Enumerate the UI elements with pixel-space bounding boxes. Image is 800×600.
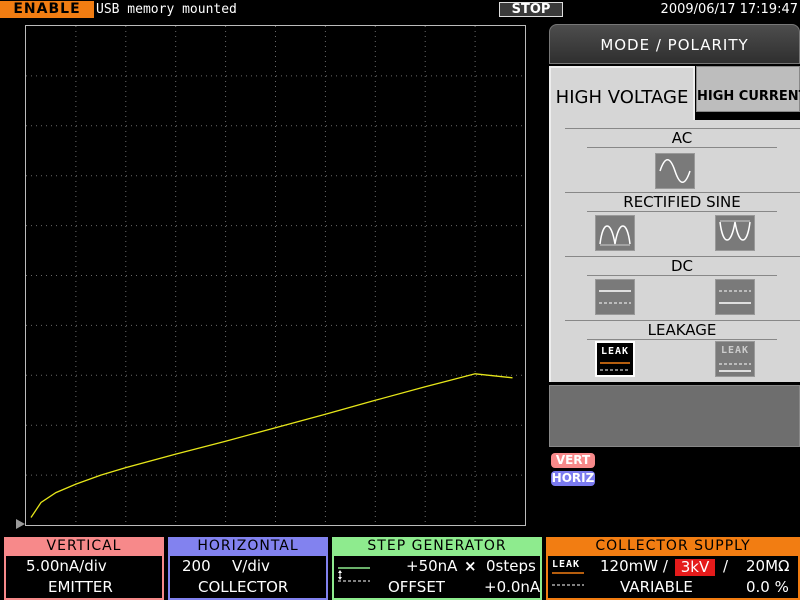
panel-blank-area (549, 385, 800, 447)
collector-resistance: 20MΩ (746, 557, 790, 575)
collector-supply-panel[interactable]: COLLECTOR SUPPLY LEAK 120mW / 3kV / 20MΩ… (546, 537, 800, 600)
ac-sine-icon[interactable] (655, 153, 695, 189)
rectified-sine-negative-icon[interactable] (715, 215, 755, 251)
mode-polarity-header: MODE / POLARITY (549, 24, 800, 64)
dc-negative-icon[interactable] (715, 279, 755, 315)
leakage-positive-icon[interactable]: LEAK (595, 341, 635, 377)
trace-series-0 (30, 373, 513, 518)
vertical-source: EMITTER (48, 578, 113, 596)
mode-content: AC RECTIFIED SINE DC LEAKAGE LEAK LEAK (549, 120, 800, 382)
collector-mode: VARIABLE (620, 578, 693, 596)
vertical-panel[interactable]: VERTICAL 5.00nA/div EMITTER (4, 537, 164, 600)
collector-power: 120mW / (600, 557, 668, 575)
rectified-sine-title: RECTIFIED SINE (587, 193, 777, 212)
leakage-mode-icon (552, 572, 584, 586)
status-bar: ENABLE USB memory mounted STOP 2009/06/1… (0, 0, 800, 20)
vertical-title: VERTICAL (4, 537, 164, 556)
enable-indicator: ENABLE (0, 1, 94, 18)
step-count: 0steps (486, 557, 536, 575)
horizontal-scale-value: 200 (182, 557, 211, 575)
offset-label: OFFSET (388, 578, 445, 596)
horizontal-title: HORIZONTAL (168, 537, 328, 556)
tab-high-voltage[interactable]: HIGH VOLTAGE (549, 66, 695, 120)
dc-title: DC (587, 257, 777, 276)
leakage-negative-icon[interactable]: LEAK (715, 341, 755, 377)
vert-legend-badge: VERT (551, 453, 595, 468)
step-generator-title: STEP GENERATOR (332, 537, 542, 556)
collector-voltage: 3kV (675, 559, 715, 576)
ac-title: AC (587, 129, 777, 148)
vertical-scale: 5.00nA/div (26, 557, 107, 575)
collector-supply-body: LEAK 120mW / 3kV / 20MΩ VARIABLE 0.0 % (546, 556, 800, 600)
step-generator-body: +50nA × 0steps OFFSET +0.0nA (332, 556, 542, 600)
step-multiplier: × (464, 557, 477, 575)
horizontal-scale-unit: V/div (232, 557, 270, 575)
datetime: 2009/06/17 17:19:47 (660, 2, 798, 17)
leakage-title: LEAKAGE (587, 321, 777, 340)
ac-section: AC (565, 128, 800, 192)
collector-percent: 0.0 % (746, 578, 789, 596)
mode-polarity-panel: MODE / POLARITY HIGH VOLTAGE HIGH CURREN… (549, 24, 800, 447)
horizontal-body: 200 V/div COLLECTOR (168, 556, 328, 600)
step-amount: +50nA (406, 557, 458, 575)
status-message: USB memory mounted (96, 2, 237, 17)
dc-positive-icon[interactable] (595, 279, 635, 315)
collector-separator: / (723, 557, 729, 575)
origin-marker-icon (16, 519, 25, 529)
offset-value: +0.0nA (484, 578, 541, 596)
dc-section: DC (565, 256, 800, 320)
horizontal-panel[interactable]: HORIZONTAL 200 V/div COLLECTOR (168, 537, 328, 600)
horiz-legend-badge: HORIZ (551, 471, 595, 486)
step-waveform-icon (338, 567, 370, 582)
rectified-sine-section: RECTIFIED SINE (565, 192, 800, 256)
horizontal-source: COLLECTOR (198, 578, 289, 596)
step-generator-panel[interactable]: STEP GENERATOR +50nA × 0steps OFFSET +0.… (332, 537, 542, 600)
rectified-sine-positive-icon[interactable] (595, 215, 635, 251)
tab-high-current[interactable]: HIGH CURRENT (696, 66, 800, 112)
leakage-section: LEAKAGE LEAK LEAK (565, 320, 800, 382)
vertical-body: 5.00nA/div EMITTER (4, 556, 164, 600)
collector-supply-title: COLLECTOR SUPPLY (546, 537, 800, 556)
curve-plot (25, 25, 526, 526)
stop-button[interactable]: STOP (499, 2, 563, 17)
plot-canvas (26, 26, 525, 525)
